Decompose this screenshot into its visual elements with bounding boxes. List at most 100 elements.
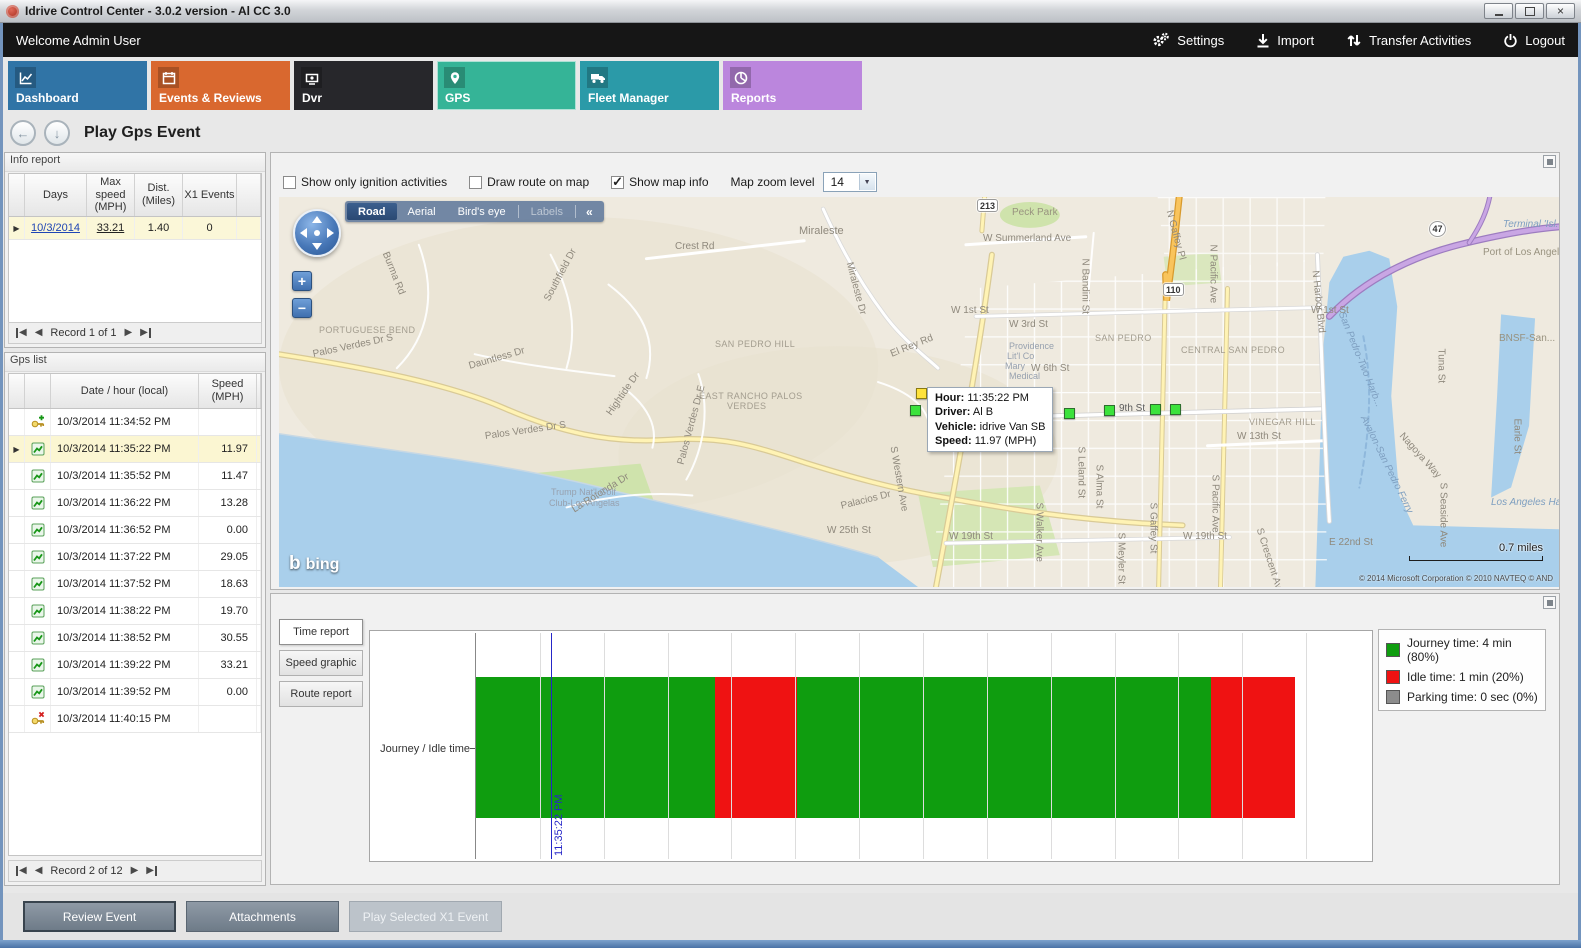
map-label: VINEGAR HILL [1249,417,1316,427]
route-point-marker[interactable] [1104,405,1115,416]
nav-tile-dvr[interactable]: Dvr [294,61,433,110]
info-max-speed[interactable]: 33.21 [87,217,135,239]
gps-row-date: 10/3/2014 11:39:22 PM [51,652,199,678]
checkbox[interactable] [469,176,482,189]
gps-row[interactable]: 10/3/2014 11:39:22 PM33.21 [9,652,261,679]
gps-row[interactable]: 10/3/2014 11:40:15 PM [9,706,261,733]
map-type-aerial[interactable]: Aerial [397,203,447,220]
map-option-draw-route-on-map[interactable]: Draw route on map [469,175,589,189]
map-zoom-select[interactable]: 14 ▼ [823,172,877,192]
review-event-button[interactable]: Review Event [23,901,176,932]
collapse-map-panel-button[interactable] [1543,155,1556,168]
map-zoom-in-button[interactable]: + [292,271,312,291]
nav-tile-reports[interactable]: Reports [723,61,862,110]
column-header[interactable] [237,174,261,216]
column-header[interactable]: Speed (MPH) [199,374,257,408]
window-titlebar[interactable]: Idrive Control Center - 3.0.2 version - … [0,0,1581,23]
map-compass-control[interactable] [293,209,341,257]
map-label: W 1st St [951,305,989,316]
tooltip-line: Hour: 11:35:22 PM [935,391,1045,405]
top-bar: Welcome Admin User SettingsImportTransfe… [0,23,1581,57]
gps-row[interactable]: 10/3/2014 11:37:22 PM29.05 [9,544,261,571]
column-header[interactable]: Days [25,174,87,216]
collapse-chart-panel-button[interactable] [1543,596,1556,609]
page-title: Play Gps Event [84,124,201,142]
route-point-marker[interactable] [910,405,921,416]
chart-gridline [987,633,988,859]
close-button[interactable]: × [1546,3,1575,19]
map-label: BNSF-San... [1499,333,1555,344]
attachments-button[interactable]: Attachments [186,901,339,932]
column-header[interactable] [9,374,25,408]
top-actions: Settings Import Transfer Activities Logout [1152,32,1565,48]
map-option-show-map-info[interactable]: Show map info [611,175,708,189]
gps-row[interactable]: 10/3/2014 11:36:52 PM0.00 [9,517,261,544]
column-header[interactable]: Dist. (Miles) [135,174,183,216]
map-type-labels[interactable]: Labels [520,203,574,220]
bing-map[interactable]: MiralestePeck ParkW Summerland AveCrest … [279,197,1559,587]
collapse-typebar-button[interactable]: « [577,205,602,219]
row-indicator-icon: ▶ [9,217,25,239]
column-header[interactable] [257,374,261,408]
map-label: S Alma St [1094,465,1105,509]
previous-record-button[interactable]: ◀ [35,866,43,876]
info-days-link[interactable]: 10/3/2014 [25,217,87,239]
nav-tile-gps[interactable]: GPS [437,61,576,110]
tab-time-report[interactable]: Time report [279,619,363,645]
gps-row[interactable]: ▶10/3/2014 11:35:22 PM11.97 [9,436,261,463]
column-header[interactable]: Date / hour (local) [51,374,199,408]
tab-route-report[interactable]: Route report [279,681,363,707]
gps-row[interactable]: 10/3/2014 11:38:22 PM19.70 [9,598,261,625]
restore-button[interactable] [1515,3,1544,19]
nav-tile-fleet-manager[interactable]: Fleet Manager [580,61,719,110]
route-point-marker-current[interactable] [916,388,927,399]
top-action-import[interactable]: Import [1256,33,1314,48]
cell-filler [257,625,261,651]
route-point-marker[interactable] [1150,404,1161,415]
ignition-off-icon [25,706,51,732]
column-header[interactable] [9,174,25,216]
dropdown-arrow-icon[interactable]: ▼ [859,174,875,190]
checkbox-checked[interactable] [611,176,624,189]
map-label: Los Angeles Harb... [1491,497,1559,508]
down-button[interactable]: ↓ [44,120,70,146]
gps-row[interactable]: 10/3/2014 11:35:52 PM11.47 [9,463,261,490]
column-header[interactable]: Max speed (MPH) [87,174,135,216]
column-header[interactable]: X1 Events [183,174,237,216]
last-record-button[interactable]: ▶ [146,866,157,876]
gps-row[interactable]: 10/3/2014 11:38:52 PM30.55 [9,625,261,652]
next-record-button[interactable]: ▶ [131,866,139,876]
top-action-logout[interactable]: Logout [1503,33,1565,48]
top-action-transfer-activities[interactable]: Transfer Activities [1346,33,1471,48]
route-point-marker[interactable] [1170,404,1181,415]
bing-logo[interactable]: b bing [289,553,339,575]
first-record-button[interactable]: ◀ [16,866,27,876]
checkbox[interactable] [283,176,296,189]
legend-item: Journey time: 4 min (80%) [1386,636,1538,664]
gps-row[interactable]: 10/3/2014 11:36:22 PM13.28 [9,490,261,517]
map-label: Lit'l Co [1007,351,1034,361]
column-header[interactable] [25,374,51,408]
map-type-bird-s-eye[interactable]: Bird's eye [447,203,517,220]
last-record-button[interactable]: ▶ [140,328,151,338]
gps-row[interactable]: 10/3/2014 11:34:52 PM [9,409,261,436]
next-record-button[interactable]: ▶ [124,328,132,338]
route-point-marker[interactable] [1064,408,1075,419]
first-record-button[interactable]: ◀ [16,328,27,338]
previous-record-button[interactable]: ◀ [35,328,43,338]
map-zoom-out-button[interactable]: − [292,298,312,318]
map-label: S Seaside Ave [1438,483,1449,548]
table-row[interactable]: ▶10/3/201433.211.400 [9,217,261,240]
gps-row[interactable]: 10/3/2014 11:37:52 PM18.63 [9,571,261,598]
map-option-show-only-ignition-activities[interactable]: Show only ignition activities [283,175,447,189]
back-button[interactable]: ← [10,120,36,146]
gps-point-icon [25,517,51,543]
nav-tile-events-reviews[interactable]: Events & Reviews [151,61,290,110]
map-type-road[interactable]: Road [347,203,397,220]
gps-row[interactable]: 10/3/2014 11:39:52 PM0.00 [9,679,261,706]
top-action-settings[interactable]: Settings [1152,32,1224,48]
journey-idle-bar [476,677,1295,818]
minimize-button[interactable] [1484,3,1513,19]
nav-tile-dashboard[interactable]: Dashboard [8,61,147,110]
tab-speed-graphic[interactable]: Speed graphic [279,650,363,676]
